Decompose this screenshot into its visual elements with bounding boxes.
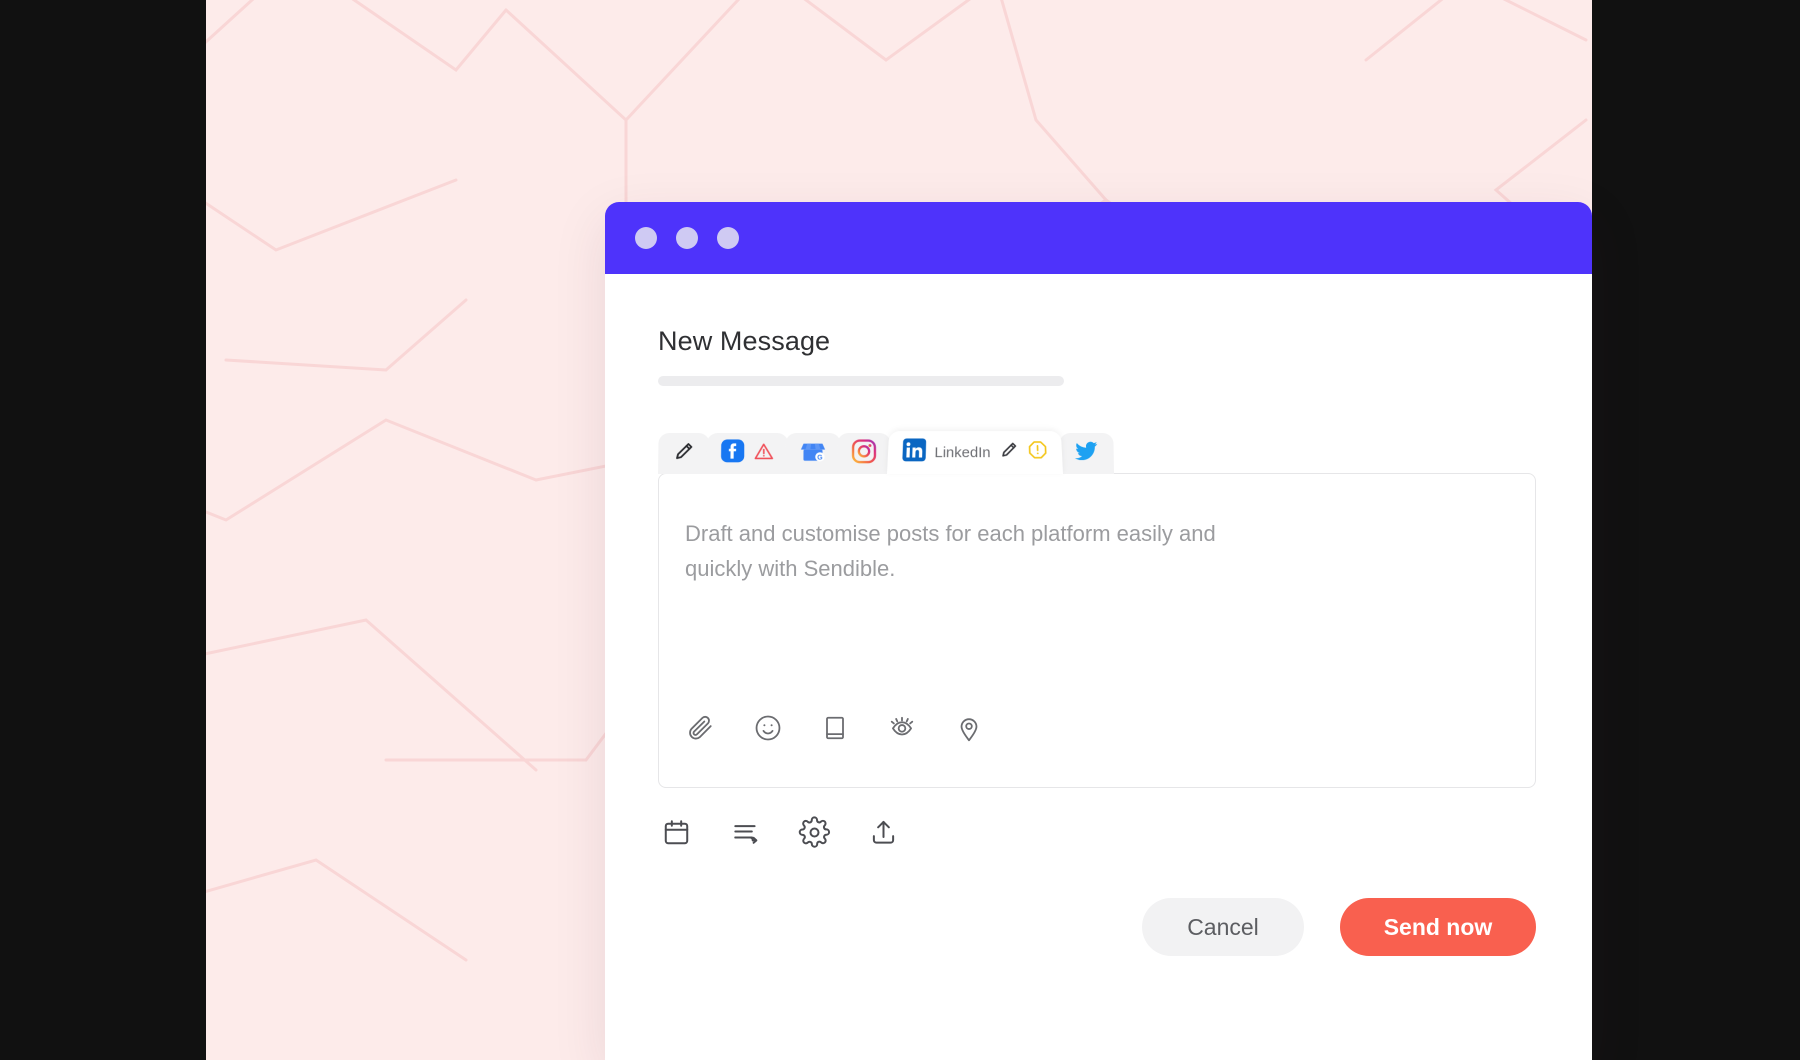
emoji-icon[interactable]: [752, 712, 784, 749]
cancel-button[interactable]: Cancel: [1142, 898, 1304, 956]
app-window: New Message G LinkedIn Draft and customi…: [605, 202, 1592, 1060]
warning-octagon-icon[interactable]: [1027, 440, 1049, 465]
preview-icon[interactable]: [886, 712, 918, 749]
pencil-icon[interactable]: [998, 440, 1019, 465]
window-dot-2[interactable]: [676, 227, 698, 249]
window-dot-3[interactable]: [717, 227, 739, 249]
page-title: New Message: [658, 326, 831, 356]
tab-facebook[interactable]: [706, 432, 789, 474]
instagram-icon: [851, 438, 877, 468]
window-titlebar: [605, 202, 1592, 274]
dialog-footer: Cancel Send now: [1142, 898, 1536, 956]
platform-tabstrip: G LinkedIn: [658, 430, 1536, 474]
queue-icon[interactable]: [729, 816, 762, 854]
window-body: New Message G LinkedIn Draft and customi…: [605, 274, 1592, 1060]
composer-panel[interactable]: Draft and customise posts for each platf…: [658, 473, 1536, 788]
title-placeholder-bar: [658, 376, 1064, 386]
tab-google-business[interactable]: G: [785, 432, 841, 474]
attach-icon[interactable]: [685, 712, 717, 749]
upload-icon[interactable]: [867, 816, 900, 854]
linkedin-icon: [901, 438, 927, 467]
tab-twitter[interactable]: [1058, 432, 1114, 474]
action-toolbar: [658, 816, 1536, 854]
twitter-icon: [1073, 438, 1100, 469]
screen: New Message G LinkedIn Draft and customi…: [0, 0, 1800, 1060]
calendar-icon[interactable]: [660, 816, 693, 854]
tab-instagram[interactable]: [837, 432, 891, 474]
composer-toolbar: [685, 712, 1507, 787]
tab-linkedin-label: LinkedIn: [934, 444, 991, 461]
tab-linkedin[interactable]: LinkedIn: [887, 431, 1063, 474]
library-icon[interactable]: [819, 712, 851, 749]
pencil-icon: [672, 439, 696, 467]
location-icon[interactable]: [953, 712, 985, 749]
composer-placeholder[interactable]: Draft and customise posts for each platf…: [685, 516, 1285, 712]
facebook-icon: [720, 439, 745, 468]
tab-compose[interactable]: [658, 432, 710, 474]
svg-text:G: G: [817, 454, 822, 461]
settings-icon[interactable]: [798, 816, 831, 854]
send-now-button[interactable]: Send now: [1340, 898, 1536, 956]
google-business-icon: G: [799, 437, 827, 469]
window-dot-1[interactable]: [635, 227, 657, 249]
warning-triangle-icon: [753, 440, 775, 466]
